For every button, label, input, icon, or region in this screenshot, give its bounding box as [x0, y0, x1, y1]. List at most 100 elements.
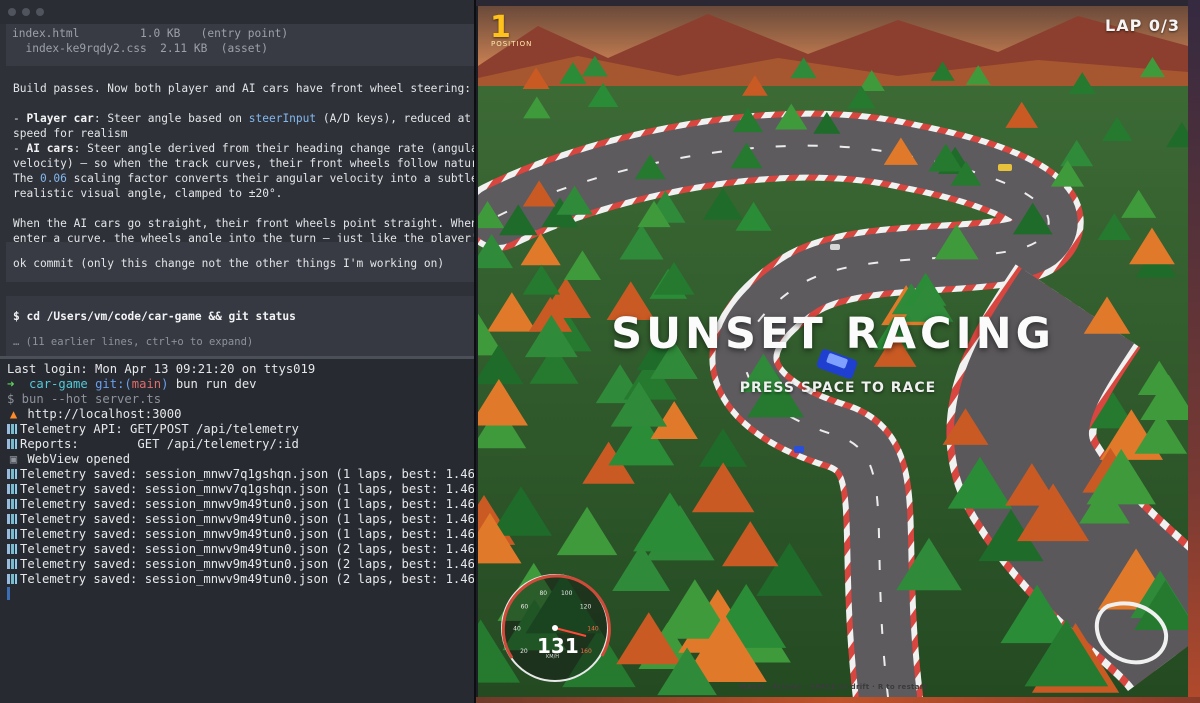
tool-call-block[interactable]: $ cd /Users/vm/code/car-game && git stat… — [6, 296, 474, 356]
reports-line: Reports: GET /api/telemetry/:id — [7, 437, 474, 452]
last-login-line: Last login: Mon Apr 13 09:21:20 on ttys0… — [7, 362, 316, 376]
inline-code: 0.06 — [39, 172, 67, 185]
chart-icon — [7, 439, 17, 449]
terminal-titlebar — [0, 0, 474, 24]
ai-cars-text: : Steer angle derived from their heading… — [73, 142, 476, 155]
speedometer-tick-label: 160 — [580, 648, 592, 655]
ai-car-line-4: realistic visual angle, clamped to ±20°. — [13, 187, 283, 200]
ai-cars-text: The — [13, 172, 40, 185]
telemetry-log-line: Telemetry saved: session_mnwv7q1gshqn.js… — [7, 467, 476, 482]
assistant-message: Build passes. Now both player and AI car… — [13, 81, 476, 246]
speedometer-tick-label: 120 — [580, 603, 592, 610]
ai-cars-label: AI cars — [26, 142, 74, 155]
chart-icon — [7, 529, 17, 539]
fire-icon: ▲ — [9, 407, 18, 421]
chart-icon — [7, 574, 17, 584]
close-window-button[interactable] — [8, 8, 16, 16]
collapsed-lines-note[interactable]: … (11 earlier lines, ctrl+o to expand) — [13, 335, 474, 350]
telemetry-log-text: Telemetry saved: session_mnwv9m49tun0.js… — [20, 542, 476, 556]
chart-icon — [7, 469, 17, 479]
speed-unit: KM/H — [546, 654, 560, 660]
reports-text: Reports: GET /api/telemetry/:id — [20, 437, 299, 451]
ai-car-line-2: velocity) — so when the track curves, th… — [13, 157, 476, 170]
telemetry-log-text: Telemetry saved: session_mnwv9m49tun0.js… — [20, 572, 476, 586]
player-car-text: : Steer angle based on — [93, 112, 249, 125]
chart-icon — [7, 499, 17, 509]
telemetry-log-text: Telemetry saved: session_mnwv9m49tun0.js… — [20, 512, 476, 526]
chart-icon — [7, 424, 17, 434]
ai-car — [794, 446, 804, 453]
press-space-prompt: PRESS SPACE TO RACE — [739, 380, 937, 396]
cursor-line — [7, 587, 474, 602]
build-output-line: index.html 1.0 KB (entry point) — [12, 27, 289, 40]
assistant-outro: When the AI cars go straight, their fron… — [13, 217, 476, 230]
server-url[interactable]: http://localhost:3000 — [27, 407, 181, 421]
telemetry-log-line: Telemetry saved: session_mnwv7q1gshqn.js… — [7, 482, 476, 497]
speedometer-tick-label: 80 — [539, 590, 547, 597]
speedometer-tick-label: 40 — [513, 626, 521, 633]
telemetry-log-line: Telemetry saved: session_mnwv9m49tun0.js… — [7, 557, 476, 572]
minimize-window-button[interactable] — [22, 8, 30, 16]
assistant-transcript[interactable]: index.html 1.0 KB (entry point) index-ke… — [0, 24, 476, 356]
inline-code: steerInput — [248, 112, 317, 125]
player-car-line-2: speed for realism — [13, 127, 128, 140]
shell-prompt-line: ➜ car-game git:(main) bun run dev — [7, 377, 474, 392]
speedometer-tick-label: 60 — [521, 603, 529, 610]
chart-icon — [7, 514, 17, 524]
ai-car-line: - AI cars: Steer angle derived from thei… — [13, 141, 476, 156]
speedometer-tick-label: 20 — [520, 648, 528, 655]
player-car-line: - Player car: Steer angle based on steer… — [13, 111, 473, 126]
game-title: SUNSET RACING — [611, 309, 1055, 359]
shell-pane[interactable]: Last login: Mon Apr 13 09:21:20 on ttys0… — [0, 359, 476, 703]
bun-command-line: $ bun --hot server.ts — [7, 392, 162, 406]
speedometer-tick-label: 100 — [561, 590, 573, 597]
telemetry-log-line: Telemetry saved: session_mnwv9m49tun0.js… — [7, 527, 476, 542]
git-status-command: $ cd /Users/vm/code/car-game && git stat… — [13, 310, 296, 323]
server-url-line: ▲ http://localhost:3000 — [7, 407, 474, 422]
window-icon: ▣ — [9, 452, 18, 466]
ai-car — [830, 244, 840, 250]
speedometer-tick-label: 140 — [587, 626, 599, 633]
ai-cars-text: scaling factor converts their angular ve… — [66, 172, 476, 185]
user-message-block: ok commit (only this change not the othe… — [6, 242, 474, 282]
controls-hint: WASD / Arrows · SPACE to drift · R to re… — [738, 683, 928, 691]
game-viewport[interactable]: 20 40 60 80 100 120 140 160 1 POSITION LAP 0/3 … — [478, 6, 1188, 697]
window-frame-right — [1188, 0, 1200, 703]
prompt-directory: car-game — [29, 377, 88, 391]
user-message: ok commit (only this change not the othe… — [13, 257, 445, 270]
prompt-command: bun run dev — [175, 377, 257, 391]
telemetry-api-line: Telemetry API: GET/POST /api/telemetry — [7, 422, 474, 437]
assistant-intro: Build passes. Now both player and AI car… — [13, 82, 472, 95]
telemetry-log-line: Telemetry saved: session_mnwv9m49tun0.js… — [7, 542, 476, 557]
telemetry-log-text: Telemetry saved: session_mnwv9m49tun0.js… — [20, 557, 476, 571]
ai-car-line-3: The 0.06 scaling factor converts their a… — [13, 171, 476, 186]
telemetry-log-text: Telemetry saved: session_mnwv7q1gshqn.js… — [20, 482, 476, 496]
build-output-block: index.html 1.0 KB (entry point) index-ke… — [6, 24, 474, 66]
player-car-label: Player car — [26, 112, 94, 125]
chart-icon — [7, 484, 17, 494]
window-frame-bottom — [476, 697, 1200, 703]
prompt-arrow-icon: ➜ — [7, 377, 15, 391]
telemetry-api-text: Telemetry API: GET/POST /api/telemetry — [20, 422, 299, 436]
text-cursor — [7, 587, 10, 600]
telemetry-log-line: Telemetry saved: session_mnwv9m49tun0.js… — [7, 497, 476, 512]
ai-car — [998, 164, 1012, 171]
chart-icon — [7, 544, 17, 554]
telemetry-log-text: Telemetry saved: session_mnwv9m49tun0.js… — [20, 497, 476, 511]
player-car-text: (A/D keys), reduced at high — [322, 112, 472, 125]
telemetry-log-text: Telemetry saved: session_mnwv9m49tun0.js… — [20, 527, 476, 541]
race-position-label: POSITION — [491, 40, 533, 48]
telemetry-log-line: Telemetry saved: session_mnwv9m49tun0.js… — [7, 572, 476, 587]
terminal-window: index.html 1.0 KB (entry point) index-ke… — [0, 0, 476, 703]
telemetry-log-list: Telemetry saved: session_mnwv7q1gshqn.js… — [7, 467, 476, 587]
prompt-branch: main — [131, 377, 162, 391]
zoom-window-button[interactable] — [36, 8, 44, 16]
lap-counter: LAP 0/3 — [1105, 16, 1180, 35]
chart-icon — [7, 559, 17, 569]
webview-line: ▣ WebView opened — [7, 452, 474, 467]
telemetry-log-text: Telemetry saved: session_mnwv7q1gshqn.js… — [20, 467, 476, 481]
webview-text: WebView opened — [27, 452, 131, 466]
telemetry-log-line: Telemetry saved: session_mnwv9m49tun0.js… — [7, 512, 476, 527]
build-output-line: index-ke9rqdy2.css 2.11 KB (asset) — [12, 42, 268, 55]
prompt-git-end: ) — [161, 377, 169, 391]
